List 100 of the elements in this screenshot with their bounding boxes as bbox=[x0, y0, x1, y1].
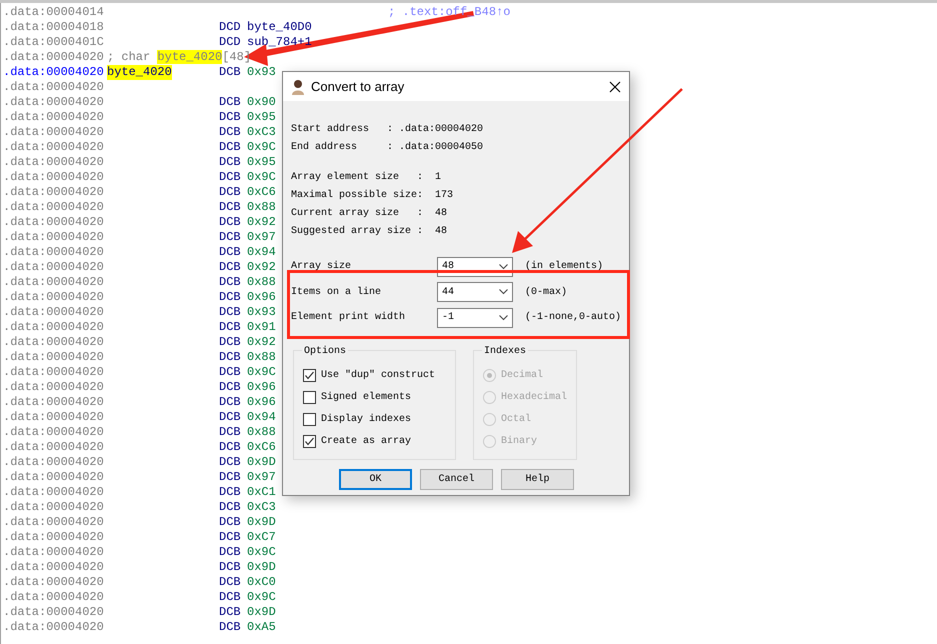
checkbox-label: Use "dup" construct bbox=[321, 368, 436, 383]
address-text: .data:00004020 bbox=[3, 125, 105, 140]
field-label: Element print width bbox=[291, 310, 406, 326]
mnemonic-text: DCB bbox=[219, 380, 242, 395]
address-text: .data:00004020 bbox=[3, 515, 105, 530]
mnemonic-text: DCD bbox=[219, 20, 242, 35]
address-text: .data:00004020 bbox=[3, 80, 105, 95]
field-label: Array size bbox=[291, 260, 352, 274]
address-text: .data:0000401C bbox=[3, 35, 105, 50]
operand-text: 0x9C bbox=[247, 365, 276, 380]
mnemonic-text: DCB bbox=[219, 350, 242, 365]
dialog-button[interactable]: OK bbox=[339, 468, 412, 490]
mnemonic-text: DCB bbox=[219, 440, 242, 455]
operand-text: 0x97 bbox=[247, 230, 276, 245]
checkbox-label: Display indexes bbox=[321, 412, 412, 427]
address-text: .data:00004020 bbox=[3, 365, 105, 380]
operand-text: 0x9C bbox=[247, 590, 276, 605]
checkbox-label: Create as array bbox=[321, 435, 412, 449]
address-text: .data:00004020 bbox=[3, 455, 105, 470]
mnemonic-text: DCD bbox=[219, 35, 242, 50]
operand-text: 0x93 bbox=[247, 65, 276, 80]
combo-field[interactable]: -1 bbox=[437, 308, 513, 328]
mnemonic-text: DCB bbox=[219, 170, 242, 185]
operand-text: 0xC0 bbox=[247, 575, 276, 590]
info-line: End address : .data:00004050 bbox=[291, 140, 484, 155]
address-text: .data:00004014 bbox=[3, 5, 105, 20]
address-text: .data:00004020 bbox=[3, 320, 105, 335]
info-line: Suggested array size : 48 bbox=[291, 224, 448, 239]
radio-label: Hexadecimal bbox=[501, 390, 568, 405]
address-text: .data:00004020 bbox=[3, 185, 105, 200]
address-text: .data:00004020 bbox=[3, 440, 105, 455]
operand-text: 0x94 bbox=[247, 410, 276, 425]
operand-text: 0x92 bbox=[247, 335, 276, 350]
hint-text: (-1-none,0-auto) bbox=[525, 310, 622, 326]
mnemonic-text: DCB bbox=[219, 155, 242, 170]
address-text: .data:00004020 bbox=[3, 110, 105, 125]
address-text: .data:00004020 bbox=[3, 305, 105, 320]
address-text: .data:00004020 bbox=[3, 500, 105, 515]
mnemonic-text: DCB bbox=[219, 305, 242, 320]
operand-text: 0x9D bbox=[247, 515, 276, 530]
operand-text: 0xC6 bbox=[247, 440, 276, 455]
operand-text: 0x88 bbox=[247, 275, 276, 290]
close-icon[interactable] bbox=[609, 80, 621, 92]
mnemonic-text: DCB bbox=[219, 500, 242, 515]
address-text: .data:00004020 bbox=[3, 215, 105, 230]
operand-text: 0x9C bbox=[247, 170, 276, 185]
mnemonic-text: DCB bbox=[219, 185, 242, 200]
mnemonic-text: DCB bbox=[219, 395, 242, 410]
mnemonic-text: DCB bbox=[219, 560, 242, 575]
address-text: .data:00004020 bbox=[3, 620, 105, 635]
address-text: .data:00004020 bbox=[3, 65, 105, 80]
operand-text: 0x9D bbox=[247, 605, 276, 620]
operand-text: 0xA5 bbox=[247, 620, 276, 635]
mnemonic-text: DCB bbox=[219, 515, 242, 530]
combo-field[interactable]: 44 bbox=[437, 282, 513, 302]
info-line: Current array size : 48 bbox=[291, 206, 448, 221]
mnemonic-text: DCB bbox=[219, 65, 242, 80]
mnemonic-text: DCB bbox=[219, 245, 242, 260]
address-text: .data:00004020 bbox=[3, 350, 105, 365]
operand-text: 0xC7 bbox=[247, 530, 276, 545]
operand-text: 0x88 bbox=[247, 200, 276, 215]
address-text: .data:00004020 bbox=[3, 230, 105, 245]
checkbox[interactable] bbox=[303, 435, 316, 448]
checkbox-label: Signed elements bbox=[321, 390, 412, 405]
field-label: Items on a line bbox=[291, 286, 382, 300]
operand-text: 0xC6 bbox=[247, 185, 276, 200]
address-text: .data:00004020 bbox=[3, 395, 105, 410]
dialog-button[interactable]: Help bbox=[501, 468, 574, 490]
operand-text: 0x92 bbox=[247, 260, 276, 275]
address-text: .data:00004020 bbox=[3, 200, 105, 215]
mnemonic-text: DCB bbox=[219, 140, 242, 155]
mnemonic-text: DCB bbox=[219, 530, 242, 545]
checkbox[interactable] bbox=[303, 391, 316, 404]
address-text: .data:00004020 bbox=[3, 485, 105, 500]
group-title: Options bbox=[302, 344, 348, 358]
mnemonic-text: DCB bbox=[219, 200, 242, 215]
mnemonic-text: DCB bbox=[219, 230, 242, 245]
checkbox[interactable] bbox=[303, 369, 316, 382]
chevron-down-icon bbox=[499, 289, 508, 296]
operand-text: sub_784+1 bbox=[247, 35, 312, 50]
address-text: .data:00004020 bbox=[3, 425, 105, 440]
address-text: .data:00004020 bbox=[3, 530, 105, 545]
mnemonic-text: DCB bbox=[219, 485, 242, 500]
address-text: .data:00004020 bbox=[3, 380, 105, 395]
operand-text: 0x90 bbox=[247, 95, 276, 110]
mnemonic-text: DCB bbox=[219, 425, 242, 440]
checkbox[interactable] bbox=[303, 413, 316, 426]
address-text: .data:00004020 bbox=[3, 575, 105, 590]
dialog-button[interactable]: Cancel bbox=[420, 468, 493, 490]
label-text[interactable]: byte_4020 bbox=[107, 65, 172, 80]
operand-text: 0x9D bbox=[247, 560, 276, 575]
comment-text: ; .text:off_B48↑o bbox=[388, 5, 510, 20]
operand-text: 0x9D bbox=[247, 455, 276, 470]
address-text: .data:00004020 bbox=[3, 275, 105, 290]
info-line: Start address : .data:00004020 bbox=[291, 122, 484, 137]
mnemonic-text: DCB bbox=[219, 275, 242, 290]
operand-text: 0xC3 bbox=[247, 500, 276, 515]
chevron-down-icon bbox=[499, 264, 508, 270]
mnemonic-text: DCB bbox=[219, 545, 242, 560]
hint-text: (in elements) bbox=[525, 260, 604, 274]
